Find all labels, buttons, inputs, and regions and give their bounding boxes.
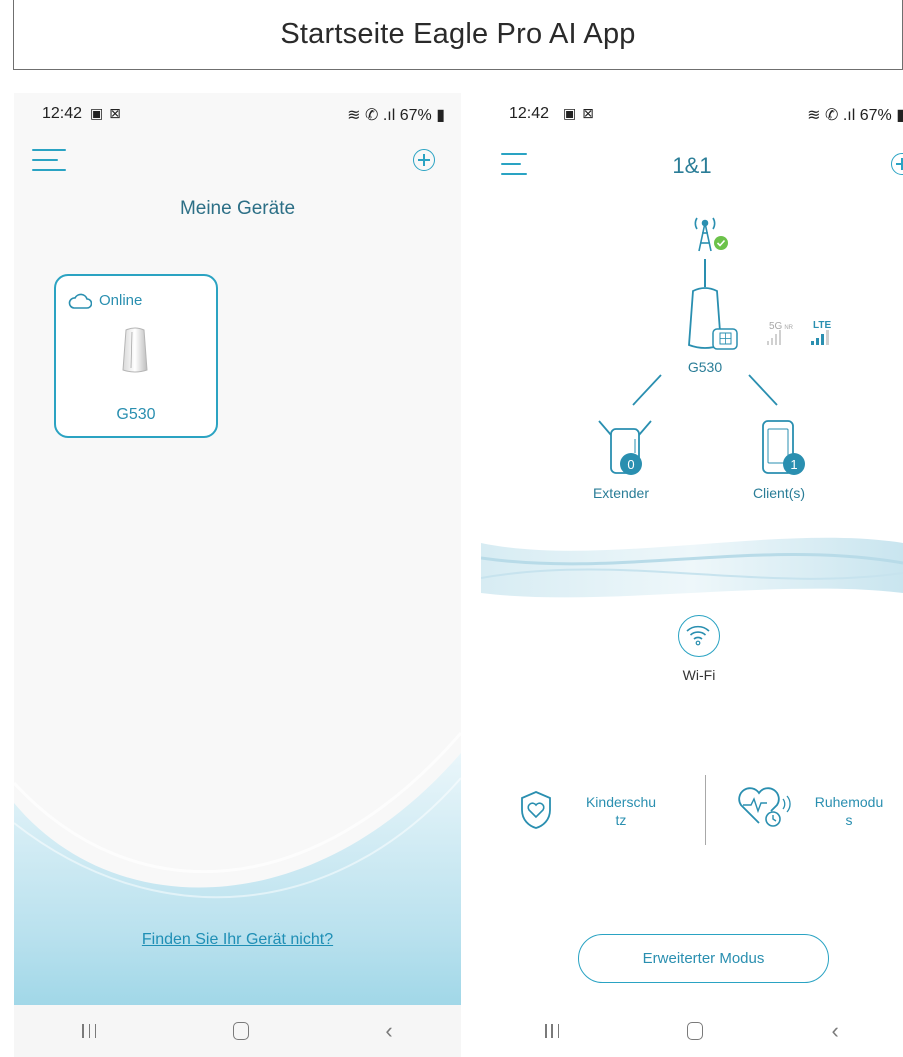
- recents-icon[interactable]: [82, 1024, 97, 1038]
- wifi-button[interactable]: [678, 615, 720, 657]
- device-card-g530[interactable]: Online G530: [54, 274, 218, 438]
- device-status-label: Online: [99, 292, 143, 309]
- status-time: 12:42: [42, 105, 83, 122]
- wifi-label: Wi-Fi: [682, 667, 716, 683]
- network-title: 1&1: [672, 153, 712, 178]
- page-title: Meine Geräte: [179, 198, 296, 219]
- router-icon: [688, 287, 738, 350]
- device-name: G530: [116, 406, 156, 423]
- page-banner: Startseite Eagle Pro AI App: [13, 0, 903, 70]
- check-icon: [714, 236, 728, 250]
- cloud-icon: [68, 293, 92, 309]
- status-notifications: ▣ ⊠: [563, 105, 595, 121]
- nav-bar: ‹: [14, 1005, 461, 1057]
- shield-heart-icon[interactable]: [519, 790, 553, 830]
- signal-lte-label: LTE: [813, 320, 832, 331]
- status-indicators: ≋ ✆ .ıl 67% ▮: [807, 107, 903, 124]
- add-device-icon[interactable]: [413, 149, 435, 171]
- status-notifications: ▣ ⊠: [90, 105, 122, 121]
- right-phone-screen: 12:42 ▣ ⊠ ≋ ✆ .ıl 67% ▮ 1&1 G530 5G NR L…: [481, 93, 903, 1057]
- signal-lte-bars: [811, 330, 829, 345]
- extender-count-badge: 0: [620, 453, 642, 475]
- sleep-mode-label[interactable]: Ruhemodu s: [803, 793, 895, 829]
- router-icon: [122, 327, 148, 373]
- cell-tower-icon: [694, 217, 716, 252]
- heart-pulse-clock-icon[interactable]: [735, 783, 791, 831]
- left-phone-screen: 12:42 ▣ ⊠ ≋ ✆ .ıl 67% ▮ Meine Geräte Onl…: [14, 93, 461, 1057]
- wifi-icon: [686, 625, 710, 646]
- back-icon[interactable]: ‹: [385, 1020, 392, 1042]
- clients-label[interactable]: Client(s): [731, 485, 827, 501]
- banner-title: Startseite Eagle Pro AI App: [280, 18, 636, 50]
- feature-divider: [705, 775, 706, 845]
- recents-icon[interactable]: [545, 1024, 560, 1038]
- status-indicators: ≋ ✆ .ıl 67% ▮: [347, 107, 445, 124]
- wave-band: [481, 537, 903, 598]
- parental-control-label[interactable]: Kinderschu tz: [575, 793, 667, 829]
- status-time: 12:42: [509, 105, 550, 122]
- status-bar: 12:42 ▣ ⊠ ≋ ✆ .ıl 67% ▮: [481, 93, 903, 133]
- find-device-link[interactable]: Finden Sie Ihr Gerät nicht?: [14, 931, 461, 949]
- extender-label[interactable]: Extender: [573, 485, 669, 501]
- signal-5g-bars: [767, 330, 781, 345]
- advanced-mode-button[interactable]: Erweiterter Modus: [578, 934, 829, 983]
- status-bar: 12:42 ▣ ⊠ ≋ ✆ .ıl 67% ▮: [14, 93, 461, 133]
- nav-bar: ‹: [481, 1005, 903, 1057]
- background-wave: [14, 732, 461, 1057]
- menu-icon[interactable]: [32, 149, 66, 175]
- home-icon[interactable]: [232, 1022, 249, 1040]
- router-name: G530: [687, 359, 723, 375]
- device-status: Online: [68, 292, 142, 309]
- client-count-badge: 1: [783, 453, 805, 475]
- back-icon[interactable]: ‹: [832, 1020, 839, 1042]
- signal-5g-label: 5G NR: [769, 321, 794, 332]
- home-icon[interactable]: [687, 1022, 704, 1040]
